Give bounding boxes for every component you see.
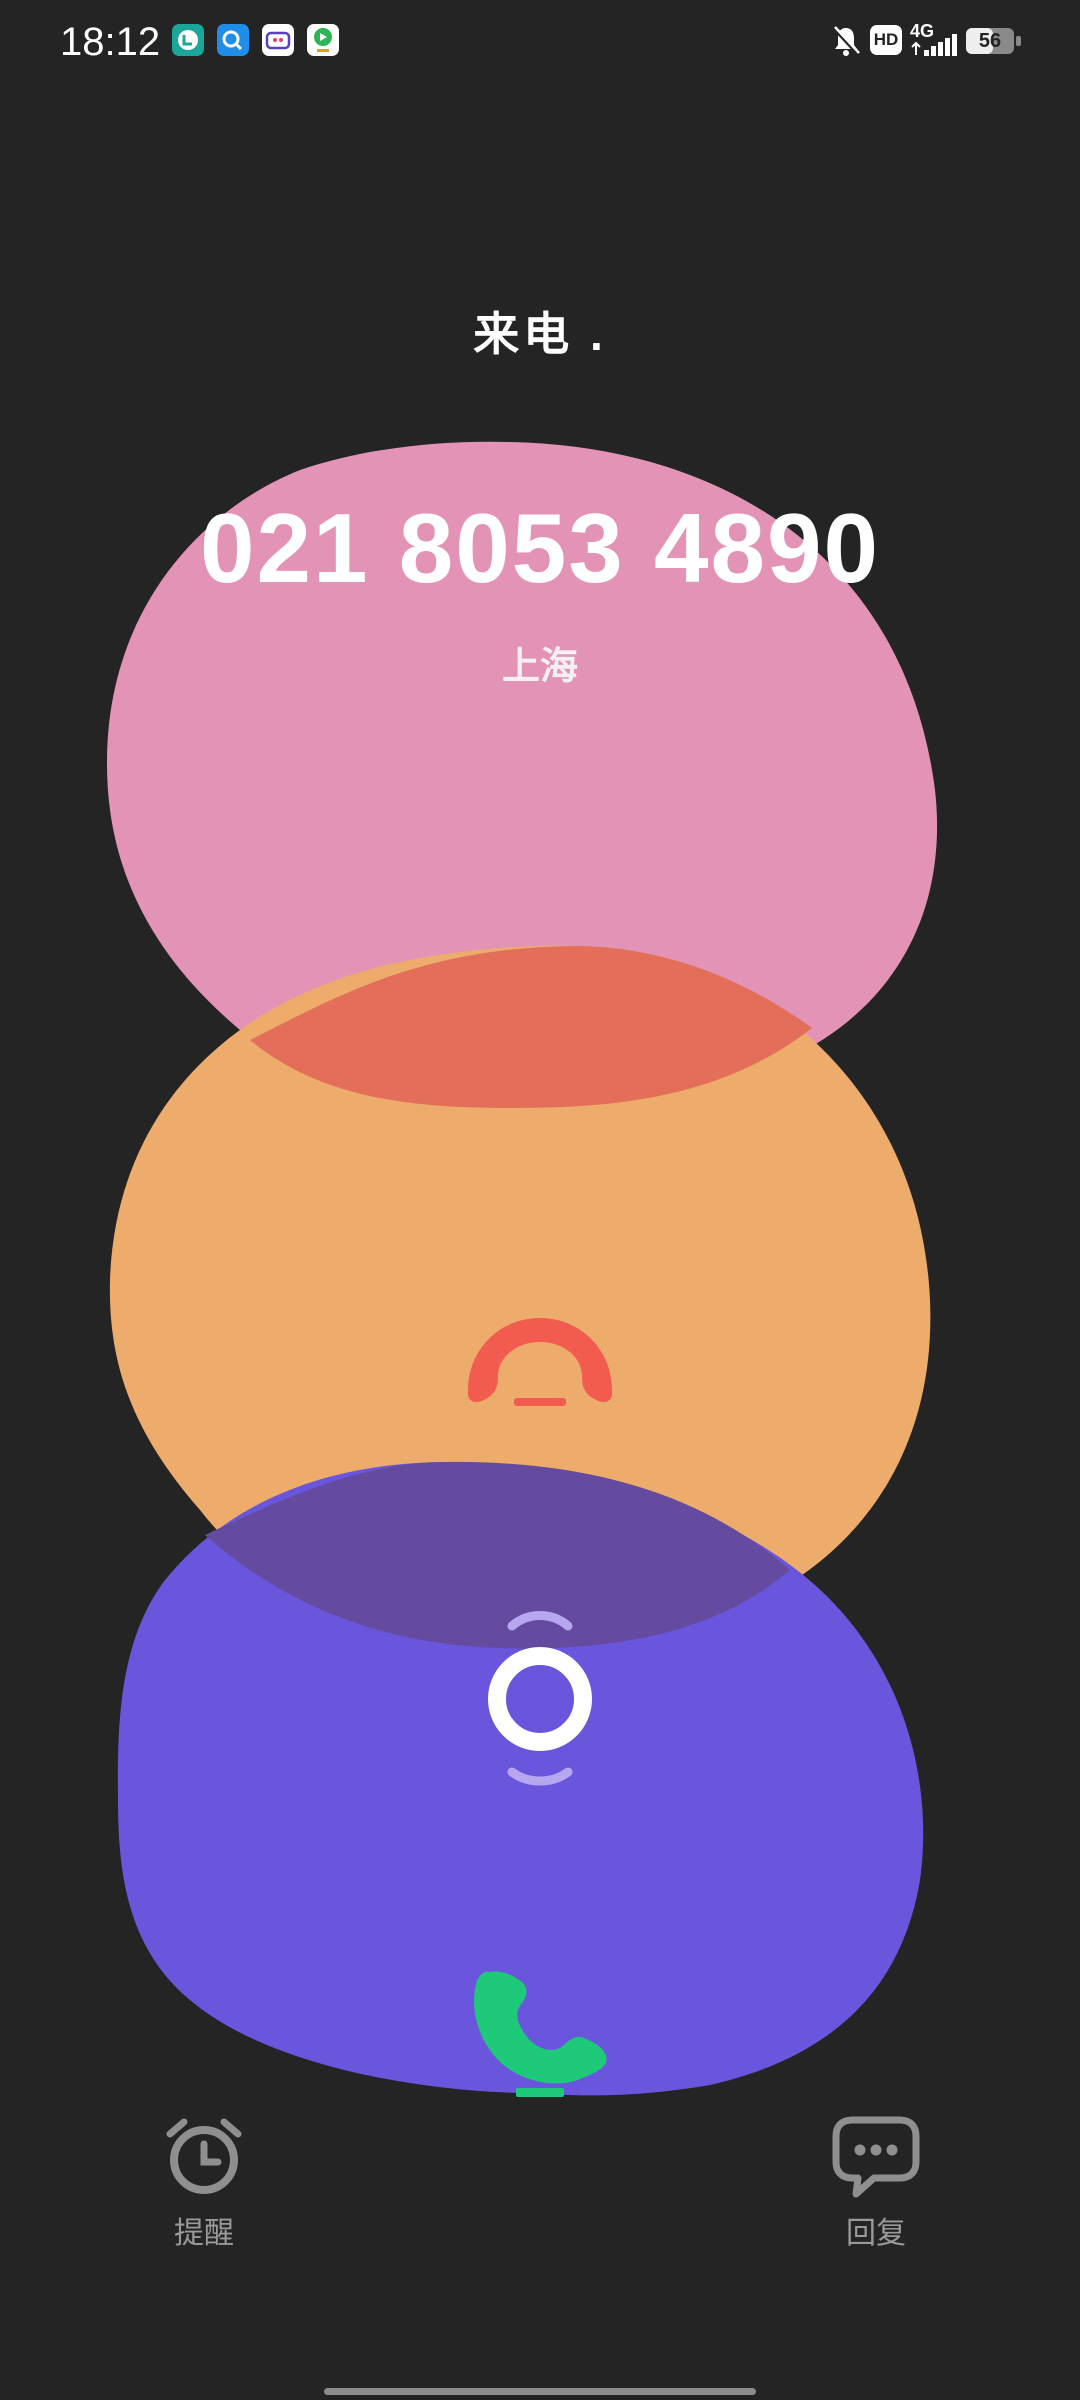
swipe-handle-icon xyxy=(488,1611,592,1786)
remind-label: 提醒 xyxy=(174,2217,234,2250)
caller-location: 上海 xyxy=(501,646,578,688)
remind-action[interactable]: 提醒 xyxy=(104,2104,304,2250)
message-bubble-icon xyxy=(832,2116,920,2198)
decline-button[interactable] xyxy=(458,1312,622,1412)
alarm-clock-icon xyxy=(166,2118,242,2194)
home-indicator[interactable] xyxy=(324,2388,756,2395)
call-status: 来电 . xyxy=(473,308,607,360)
hang-up-icon xyxy=(467,1318,613,1406)
phone-answer-icon xyxy=(474,1971,607,2097)
reply-label: 回复 xyxy=(846,2217,906,2250)
answer-button[interactable] xyxy=(468,1962,612,2102)
caller-number: 021 8053 4890 xyxy=(200,493,880,603)
reply-action[interactable]: 回复 xyxy=(776,2104,976,2250)
swipe-handle[interactable] xyxy=(478,1604,602,1790)
